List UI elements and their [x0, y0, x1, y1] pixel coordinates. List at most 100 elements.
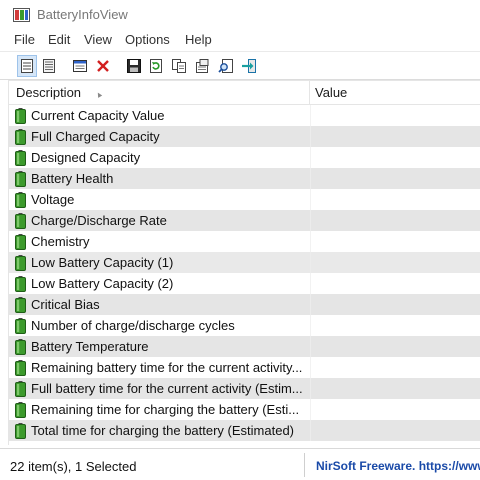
table-row[interactable]: Low Battery Capacity (1): [9, 252, 480, 273]
value-cell[interactable]: [310, 273, 480, 294]
value-cell[interactable]: [310, 147, 480, 168]
copy-icon: [172, 59, 186, 73]
html-report-button[interactable]: [70, 55, 90, 77]
battery-icon: [15, 192, 26, 208]
title-bar: BatteryInfoView: [0, 0, 480, 30]
menu-options[interactable]: Options: [125, 32, 170, 47]
battery-icon: [15, 402, 26, 418]
refresh-button[interactable]: [146, 55, 166, 77]
value-cell[interactable]: [310, 315, 480, 336]
table-row[interactable]: Battery Temperature: [9, 336, 480, 357]
description-cell[interactable]: Remaining time for charging the battery …: [9, 399, 309, 420]
description-cell[interactable]: Total time for charging the battery (Est…: [9, 420, 309, 441]
description-cell[interactable]: Full battery time for the current activi…: [9, 378, 309, 399]
menu-view[interactable]: View: [84, 32, 112, 47]
value-cell[interactable]: [310, 336, 480, 357]
value-cell[interactable]: [310, 378, 480, 399]
exit-button[interactable]: [239, 55, 259, 77]
list-rows: Current Capacity Value Full Charged Capac…: [9, 105, 480, 441]
description-cell[interactable]: Full Charged Capacity: [9, 126, 309, 147]
row-description: Battery Temperature: [31, 339, 149, 354]
battery-icon: [15, 255, 26, 271]
table-row[interactable]: Battery Health: [9, 168, 480, 189]
value-cell[interactable]: [310, 105, 480, 126]
table-row[interactable]: Number of charge/discharge cycles: [9, 315, 480, 336]
value-cell[interactable]: [310, 210, 480, 231]
battery-icon: [15, 297, 26, 313]
delete-button[interactable]: [93, 55, 113, 77]
value-cell[interactable]: [310, 126, 480, 147]
app-icon: [13, 8, 30, 22]
value-cell[interactable]: [310, 231, 480, 252]
row-description: Low Battery Capacity (2): [31, 276, 174, 291]
menu-file[interactable]: File: [14, 32, 35, 47]
battery-icon: [15, 318, 26, 334]
table-row[interactable]: Voltage: [9, 189, 480, 210]
description-cell[interactable]: Battery Health: [9, 168, 309, 189]
find-button[interactable]: [216, 55, 236, 77]
refresh-icon: [150, 59, 162, 73]
table-row[interactable]: Low Battery Capacity (2): [9, 273, 480, 294]
table-row[interactable]: Current Capacity Value: [9, 105, 480, 126]
menu-help[interactable]: Help: [185, 32, 212, 47]
properties-button[interactable]: [192, 55, 212, 77]
status-item-count: 22 item(s), 1 Selected: [10, 459, 137, 474]
row-description: Current Capacity Value: [31, 108, 165, 123]
column-divider[interactable]: [309, 81, 310, 105]
battery-info-list[interactable]: Description ▲ Value Current Capacity Val…: [8, 80, 480, 445]
copy-button[interactable]: [169, 55, 189, 77]
battery-icon: [15, 171, 26, 187]
toolbar-separator: [64, 57, 65, 76]
value-cell[interactable]: [310, 168, 480, 189]
status-bar: 22 item(s), 1 Selected NirSoft Freeware.…: [0, 448, 480, 480]
description-cell[interactable]: Critical Bias: [9, 294, 309, 315]
value-cell[interactable]: [310, 399, 480, 420]
description-cell[interactable]: Designed Capacity: [9, 147, 309, 168]
battery-icon: [15, 423, 26, 439]
find-icon: [218, 59, 233, 73]
value-cell[interactable]: [310, 294, 480, 315]
table-row[interactable]: Designed Capacity: [9, 147, 480, 168]
value-cell[interactable]: [310, 357, 480, 378]
row-description: Number of charge/discharge cycles: [31, 318, 235, 333]
toolbar-separator: [9, 57, 10, 76]
delete-icon: [97, 60, 109, 72]
column-header-description[interactable]: Description: [16, 81, 306, 105]
description-cell[interactable]: Low Battery Capacity (1): [9, 252, 309, 273]
description-cell[interactable]: Chemistry: [9, 231, 309, 252]
table-row[interactable]: Full battery time for the current activi…: [9, 378, 480, 399]
value-cell[interactable]: [310, 420, 480, 441]
column-header-value[interactable]: Value: [315, 81, 347, 105]
table-row[interactable]: Charge/Discharge Rate: [9, 210, 480, 231]
battery-icon: [15, 213, 26, 229]
row-description: Designed Capacity: [31, 150, 141, 165]
description-cell[interactable]: Low Battery Capacity (2): [9, 273, 309, 294]
row-description: Low Battery Capacity (1): [31, 255, 174, 270]
table-row[interactable]: Remaining time for charging the battery …: [9, 399, 480, 420]
description-cell[interactable]: Current Capacity Value: [9, 105, 309, 126]
table-row[interactable]: Critical Bias: [9, 294, 480, 315]
nirsoft-link[interactable]: NirSoft Freeware. https://www: [316, 459, 480, 473]
value-cell[interactable]: [310, 252, 480, 273]
description-cell[interactable]: Remaining battery time for the current a…: [9, 357, 309, 378]
table-row[interactable]: Full Charged Capacity: [9, 126, 480, 147]
view-details-button[interactable]: [39, 55, 59, 77]
properties-icon: [196, 59, 209, 73]
table-row[interactable]: Chemistry: [9, 231, 480, 252]
menu-edit[interactable]: Edit: [48, 32, 70, 47]
description-cell[interactable]: Voltage: [9, 189, 309, 210]
save-button[interactable]: [124, 55, 144, 77]
row-description: Critical Bias: [31, 297, 100, 312]
menu-bar: File Edit View Options Help: [0, 30, 480, 51]
row-description: Full battery time for the current activi…: [31, 381, 303, 396]
html-report-icon: [73, 60, 87, 72]
table-row[interactable]: Total time for charging the battery (Est…: [9, 420, 480, 441]
view-summary-icon: [21, 59, 33, 73]
description-cell[interactable]: Number of charge/discharge cycles: [9, 315, 309, 336]
view-summary-button[interactable]: [17, 55, 37, 77]
description-cell[interactable]: Charge/Discharge Rate: [9, 210, 309, 231]
value-cell[interactable]: [310, 189, 480, 210]
table-row[interactable]: Remaining battery time for the current a…: [9, 357, 480, 378]
row-description: Chemistry: [31, 234, 90, 249]
description-cell[interactable]: Battery Temperature: [9, 336, 309, 357]
